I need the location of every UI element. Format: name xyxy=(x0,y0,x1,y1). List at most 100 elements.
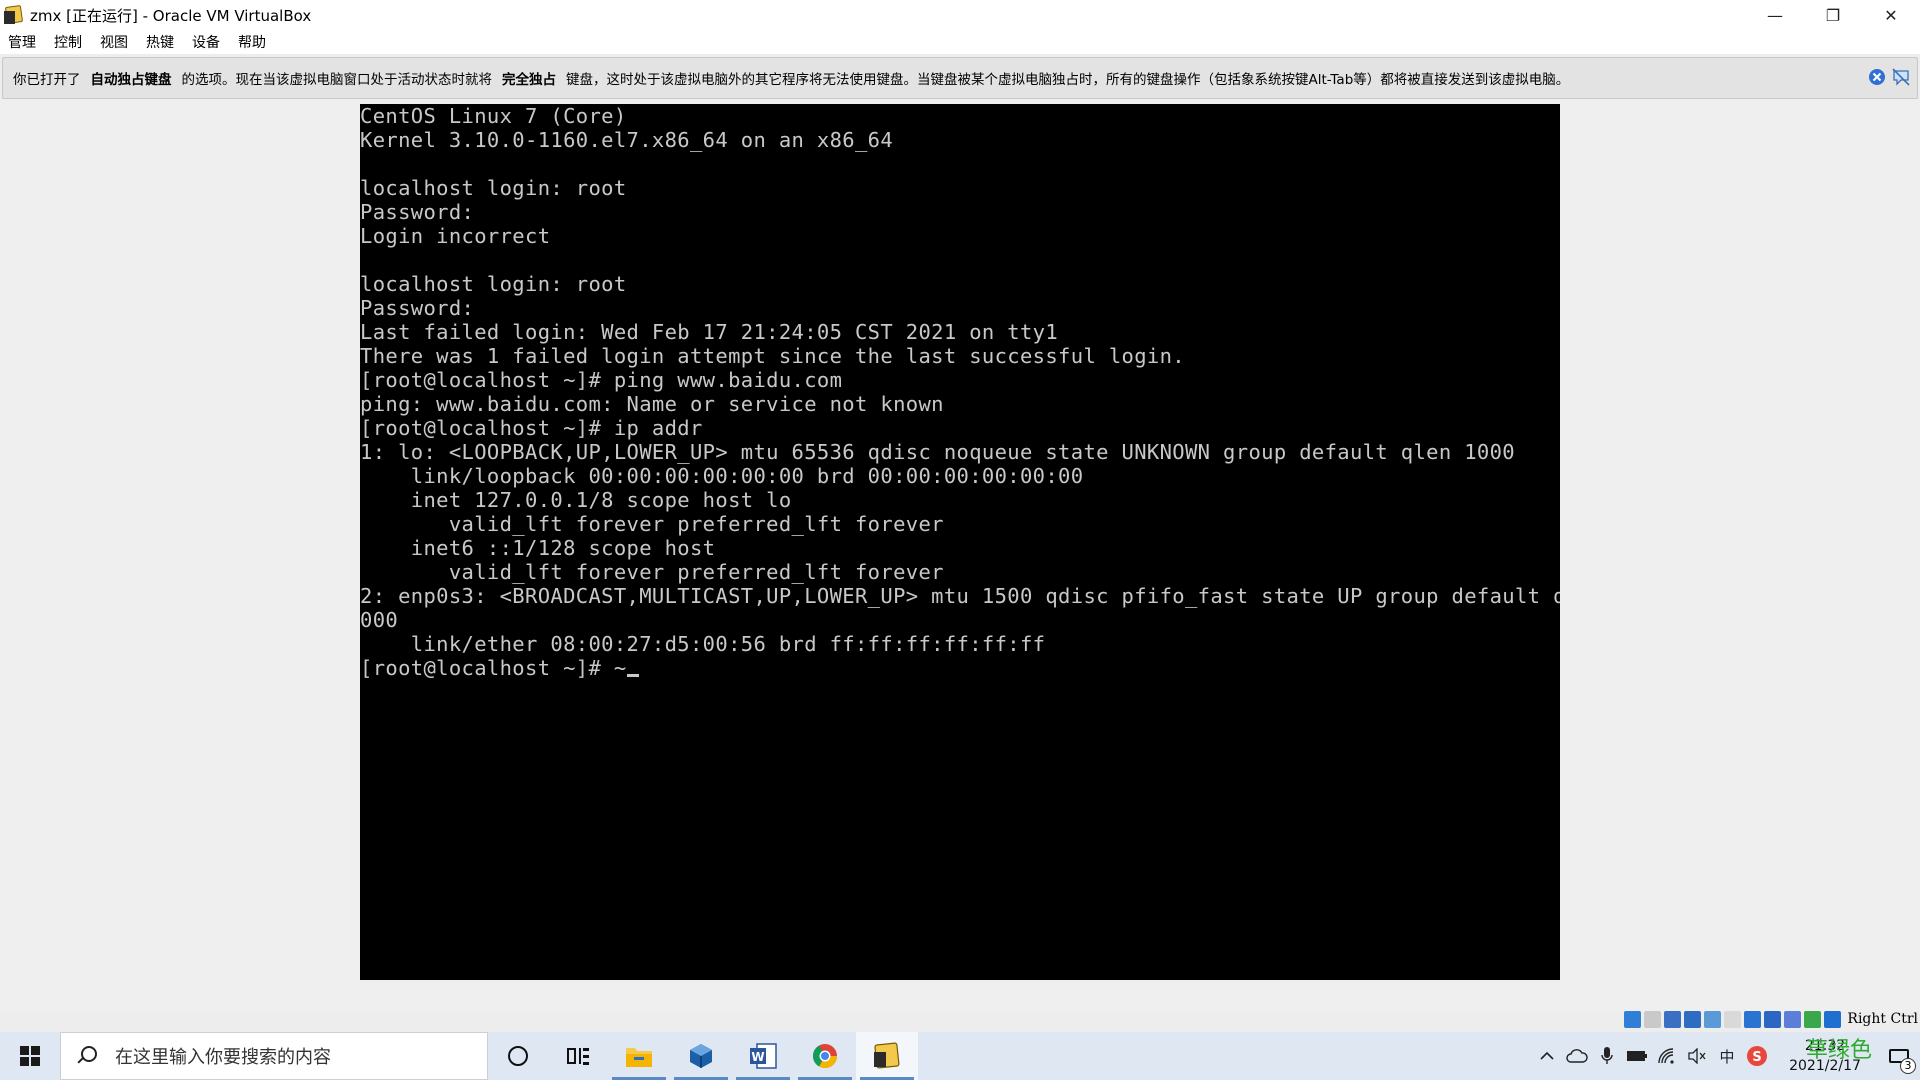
action-center-button[interactable]: 3 xyxy=(1878,1032,1920,1080)
minimize-button[interactable]: — xyxy=(1746,0,1804,30)
microphone-button[interactable] xyxy=(1595,1044,1619,1068)
menu-help[interactable]: 帮助 xyxy=(238,32,266,52)
taskbar-app-virtualbox[interactable] xyxy=(670,1032,732,1080)
cortana-button[interactable] xyxy=(488,1032,548,1080)
taskbar-app-word[interactable]: W xyxy=(732,1032,794,1080)
notice-bold-1: 自动独占键盘 xyxy=(90,72,172,88)
vt-x-icon[interactable] xyxy=(1784,1010,1802,1028)
hard-disk-icon[interactable] xyxy=(1624,1010,1642,1028)
console-prompt: [root@localhost ~]# ~ xyxy=(360,656,627,680)
ime-mode-label: 中 xyxy=(1719,1047,1735,1066)
close-icon: ✕ xyxy=(1884,5,1898,25)
keyboard-capture-notice: 你已打开了 自动独占键盘 的选项。现在当该虚拟电脑窗口处于活动状态时就将 完全独… xyxy=(2,57,1918,99)
task-view-button[interactable] xyxy=(548,1032,608,1080)
console-line: inet6 ::1/128 scope host xyxy=(360,536,716,560)
taskbar-app-file-explorer[interactable] xyxy=(608,1032,670,1080)
network-button[interactable] xyxy=(1655,1044,1679,1068)
task-view-icon xyxy=(567,1046,589,1066)
console-line: Last failed login: Wed Feb 17 21:24:05 C… xyxy=(360,320,1059,344)
mouse-integration-icon[interactable] xyxy=(1804,1010,1822,1028)
taskbar-app-virtualbox-vm[interactable] xyxy=(856,1032,918,1080)
sogou-ime-button[interactable]: S xyxy=(1745,1044,1769,1068)
notice-close-button[interactable] xyxy=(1867,67,1887,87)
ime-mode-button[interactable]: 中 xyxy=(1715,1044,1739,1068)
cortana-icon xyxy=(508,1046,528,1066)
text-cursor xyxy=(626,674,639,677)
word-icon: W xyxy=(750,1043,777,1069)
notice-text-1: 你已打开了 xyxy=(13,72,81,88)
menu-manage[interactable]: 管理 xyxy=(8,32,36,52)
dont-show-again-icon xyxy=(1892,68,1910,86)
audio-icon[interactable] xyxy=(1664,1010,1682,1028)
notice-text-3: 键盘，这时处于该虚拟电脑外的其它程序将无法使用键盘。当键盘被某个虚拟电脑独占时，… xyxy=(566,72,1570,88)
console-line: 000 xyxy=(360,608,399,632)
show-hidden-icons-button[interactable] xyxy=(1535,1044,1559,1068)
menu-bar: 管理 控制 视图 热键 设备 帮助 xyxy=(0,30,1920,54)
menu-devices[interactable]: 设备 xyxy=(192,32,220,52)
menu-view[interactable]: 视图 xyxy=(100,32,128,52)
start-button[interactable] xyxy=(0,1032,60,1080)
console-line: localhost login: root xyxy=(360,272,627,296)
search-icon xyxy=(75,1044,99,1068)
console-line: 2: enp0s3: <BROADCAST,MULTICAST,UP,LOWER… xyxy=(360,584,1560,608)
console-line: 1: lo: <LOOPBACK,UP,LOWER_UP> mtu 65536 … xyxy=(360,440,1515,464)
vm-console-screen[interactable]: CentOS Linux 7 (Core) Kernel 3.10.0-1160.… xyxy=(360,104,1560,980)
sogou-input-icon: S xyxy=(1747,1046,1767,1066)
restore-icon: ❐ xyxy=(1825,5,1841,25)
optical-drive-icon[interactable] xyxy=(1644,1010,1662,1028)
ime-skin-overlay-text: 草绿色 xyxy=(1805,1038,1872,1063)
taskbar-search-box[interactable]: 在这里输入你要搜索的内容 xyxy=(60,1032,488,1080)
taskbar: 在这里输入你要搜索的内容 W 中 S 21:32 2021/2/17 3 xyxy=(0,1032,1920,1080)
console-line: [root@localhost ~]# ping www.baidu.com xyxy=(360,368,843,392)
battery-button[interactable] xyxy=(1625,1044,1649,1068)
recording-icon[interactable] xyxy=(1764,1010,1782,1028)
minimize-icon: — xyxy=(1767,5,1783,25)
display-icon[interactable] xyxy=(1744,1010,1762,1028)
console-line: link/ether 08:00:27:d5:00:56 brd ff:ff:f… xyxy=(360,632,1046,656)
menu-control[interactable]: 控制 xyxy=(54,32,82,52)
virtualbox-app-icon xyxy=(4,4,24,25)
network-icon[interactable] xyxy=(1684,1010,1702,1028)
console-line: ping: www.baidu.com: Name or service not… xyxy=(360,392,944,416)
notice-bold-2: 完全独占 xyxy=(502,72,556,88)
console-prompt-line: [root@localhost ~]# ~ xyxy=(360,656,1560,680)
console-line: valid_lft forever preferred_lft forever xyxy=(360,512,944,536)
notification-count-badge: 3 xyxy=(1900,1058,1916,1074)
usb-icon[interactable] xyxy=(1704,1010,1722,1028)
restore-button[interactable]: ❐ xyxy=(1804,0,1862,30)
keyboard-capture-icon[interactable] xyxy=(1824,1010,1842,1028)
wifi-icon xyxy=(1658,1048,1674,1064)
chrome-icon xyxy=(813,1044,837,1069)
volume-muted-icon xyxy=(1688,1048,1706,1064)
console-line: Password: xyxy=(360,296,475,320)
window-title: zmx [正在运行] - Oracle VM VirtualBox xyxy=(30,6,312,25)
console-line: link/loopback 00:00:00:00:00:00 brd 00:0… xyxy=(360,464,1084,488)
vm-status-bar: Right Ctrl xyxy=(1621,1005,1920,1033)
onedrive-button[interactable] xyxy=(1565,1044,1589,1068)
taskbar-app-chrome[interactable] xyxy=(794,1032,856,1080)
host-key-label: Right Ctrl xyxy=(1847,1011,1918,1027)
volume-button[interactable] xyxy=(1685,1044,1709,1068)
console-line: Password: xyxy=(360,200,475,224)
console-line: [root@localhost ~]# ip addr xyxy=(360,416,703,440)
svg-text:W: W xyxy=(751,1050,764,1064)
virtualbox-icon xyxy=(690,1044,712,1068)
console-line: CentOS Linux 7 (Core) xyxy=(360,104,627,128)
microphone-icon xyxy=(1601,1047,1613,1064)
shared-folder-icon[interactable] xyxy=(1724,1010,1742,1028)
console-line: valid_lft forever preferred_lft forever xyxy=(360,560,944,584)
close-button[interactable]: ✕ xyxy=(1862,0,1920,30)
windows-logo-icon xyxy=(20,1046,40,1066)
menu-hotkeys[interactable]: 热键 xyxy=(146,32,174,52)
console-line: Login incorrect xyxy=(360,224,551,248)
notice-text-2: 的选项。现在当该虚拟电脑窗口处于活动状态时就将 xyxy=(181,72,493,88)
console-line: inet 127.0.0.1/8 scope host lo xyxy=(360,488,792,512)
console-line: localhost login: root xyxy=(360,176,627,200)
battery-icon xyxy=(1627,1051,1647,1061)
vm-window-icon xyxy=(874,1042,900,1069)
title-bar: zmx [正在运行] - Oracle VM VirtualBox — ❐ ✕ xyxy=(0,0,1920,30)
notice-mute-button[interactable] xyxy=(1891,67,1911,87)
console-line: There was 1 failed login attempt since t… xyxy=(360,344,1185,368)
file-explorer-icon xyxy=(626,1048,652,1067)
